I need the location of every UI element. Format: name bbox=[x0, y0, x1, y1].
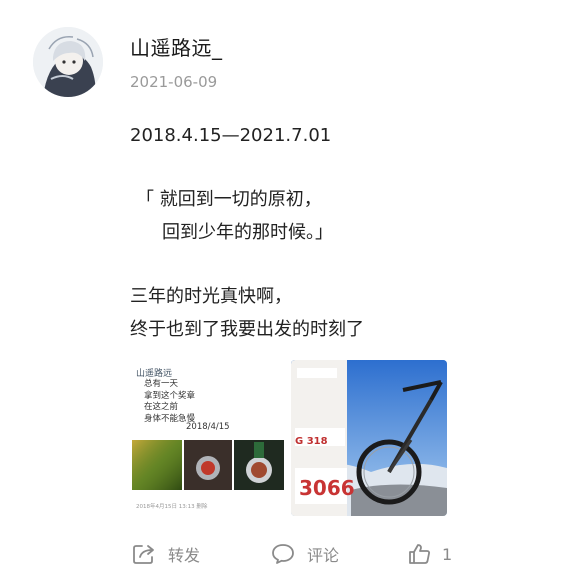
post-line: 回到少年的那时候。」 bbox=[162, 222, 333, 243]
avatar-illustration bbox=[33, 27, 103, 97]
post-line: 2018.4.15—2021.7.01 bbox=[130, 125, 332, 146]
image-1-date: 2018/4/15 bbox=[186, 422, 230, 432]
image-1-line: 总有一天 bbox=[144, 379, 179, 389]
share-button[interactable]: 转发 bbox=[132, 540, 200, 568]
image-1-line: 拿到这个奖章 bbox=[144, 390, 196, 401]
comment-button[interactable]: 评论 bbox=[271, 540, 339, 568]
share-label: 转发 bbox=[168, 546, 201, 565]
comment-icon bbox=[272, 544, 294, 564]
action-bar: 转发 评论 1 bbox=[0, 540, 563, 570]
post-line: 终于也到了我要出发的时刻了 bbox=[130, 319, 364, 340]
road-sign-code: G 318 bbox=[295, 436, 328, 447]
share-icon bbox=[133, 545, 154, 564]
avatar[interactable] bbox=[33, 27, 103, 97]
image-1-text: 总有一天 拿到这个奖章 在这之前 身体不能急慢 bbox=[144, 379, 195, 425]
road-marker-number: 3066 bbox=[299, 476, 355, 500]
post-image-1[interactable]: 山遥路远 总有一天 拿到这个奖章 在这之前 身体不能急慢 2018/4/15 2… bbox=[130, 360, 286, 516]
image-1-line: 在这之前 bbox=[144, 402, 179, 412]
image-1-title: 山遥路远 bbox=[136, 369, 173, 379]
author-name[interactable]: 山遥路远_ bbox=[130, 32, 223, 61]
comment-label: 评论 bbox=[307, 546, 340, 565]
post-image-2[interactable]: G 318 3066 bbox=[291, 360, 447, 516]
like-button[interactable]: 1 bbox=[408, 540, 452, 568]
post-date: 2021-06-09 bbox=[130, 73, 218, 91]
post-content: 2018.4.15—2021.7.01 「 就回到一切的原初， 回到少年的那时候… bbox=[130, 119, 540, 346]
post-line: 三年的时光真快啊， bbox=[130, 286, 292, 307]
thumbs-up-icon bbox=[409, 544, 430, 564]
image-1-footer: 2018年4月15日 13:13 删除 bbox=[136, 504, 208, 510]
like-count: 1 bbox=[442, 544, 453, 564]
post-line: 「 就回到一切的原初， bbox=[136, 189, 322, 210]
